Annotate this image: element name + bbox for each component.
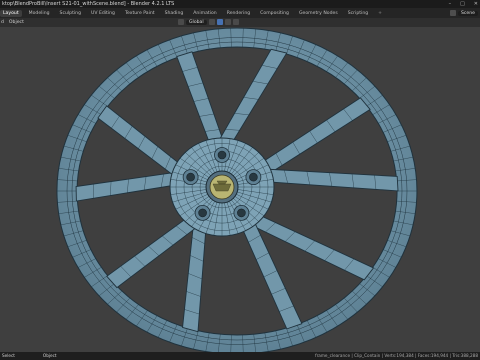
close-icon[interactable]: ✕: [474, 0, 478, 8]
tab-sculpting[interactable]: Sculpting: [57, 10, 84, 17]
lug-bore: [217, 150, 227, 160]
scene-field[interactable]: Scene: [457, 10, 478, 16]
spoke: [215, 48, 288, 147]
tab-rendering[interactable]: Rendering: [224, 10, 253, 17]
scene-selector: Scene: [449, 10, 480, 16]
minimize-icon[interactable]: –: [449, 0, 452, 8]
title-bar: ktop\BlendProBill\Insert S21-01_withScen…: [0, 0, 480, 8]
tab-uv-editing[interactable]: UV Editing: [88, 10, 118, 17]
status-bar: Select Object frame_clearance | Clip_Con…: [0, 352, 480, 360]
maximize-icon[interactable]: □: [460, 0, 465, 8]
tab-modeling[interactable]: Modeling: [26, 10, 53, 17]
lug-bore: [186, 172, 195, 182]
spoke: [261, 168, 399, 192]
transform-controls: Global: [178, 19, 239, 25]
workspace-tab-bar: Layout Modeling Sculpting UV Editing Tex…: [0, 8, 480, 18]
status-hint-select: Select: [2, 353, 15, 358]
tab-texture-paint[interactable]: Texture Paint: [122, 10, 158, 17]
viewport-header: d Object Global: [0, 18, 480, 27]
mode-menu[interactable]: d: [1, 20, 4, 25]
orientation-dropdown[interactable]: Global: [186, 19, 207, 25]
overlay-icon[interactable]: [232, 19, 239, 25]
viewport-menus: d Object: [0, 20, 24, 25]
status-hints: Select Object: [2, 352, 57, 360]
window-title: ktop\BlendProBill\Insert S21-01_withScen…: [2, 1, 175, 7]
spoke: [106, 215, 202, 289]
tab-scripting[interactable]: Scripting: [345, 10, 371, 17]
scene-statistics: frame_clearance | Clip_Contain | Verts:1…: [315, 353, 478, 358]
spoke: [182, 218, 207, 333]
window-controls: – □ ✕: [449, 0, 478, 8]
spoke: [258, 97, 371, 178]
spoke: [176, 51, 226, 147]
status-hint-object: Object: [42, 353, 57, 358]
proportional-icon[interactable]: [224, 19, 231, 25]
lug-bore: [237, 208, 246, 218]
lug-bore: [198, 208, 207, 218]
spoke: [75, 171, 182, 202]
view-icon[interactable]: [208, 19, 215, 25]
object-menu[interactable]: Object: [9, 20, 24, 25]
scene-icon[interactable]: [449, 10, 456, 16]
add-workspace-button[interactable]: +: [375, 10, 385, 17]
3d-viewport[interactable]: [0, 27, 480, 352]
cursor-icon[interactable]: [178, 19, 184, 25]
tab-geometry-nodes[interactable]: Geometry Nodes: [296, 10, 341, 17]
wheel-mesh[interactable]: [56, 27, 418, 352]
tab-compositing[interactable]: Compositing: [257, 10, 292, 17]
lug-bore: [249, 172, 258, 182]
snap-icon[interactable]: [216, 19, 223, 25]
spoke: [97, 105, 184, 181]
tab-animation[interactable]: Animation: [190, 10, 219, 17]
tab-shading[interactable]: Shading: [162, 10, 187, 17]
tab-layout[interactable]: Layout: [0, 9, 22, 17]
